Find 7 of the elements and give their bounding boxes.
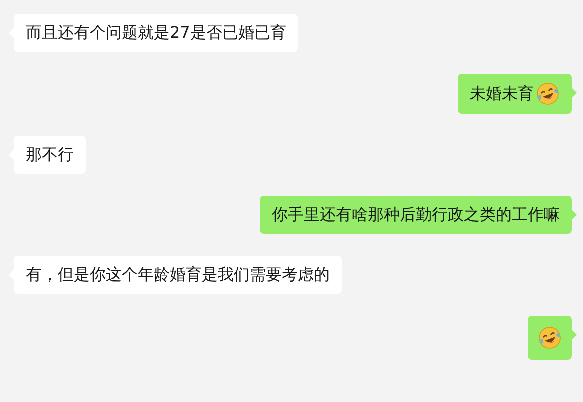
laughing-face-icon: [538, 326, 562, 350]
message-text: 有，但是你这个年龄婚育是我们需要考虑的: [26, 264, 330, 286]
laughing-face-icon: [536, 82, 560, 106]
message-text: 你手里还有啥那种后勤行政之类的工作嘛: [272, 204, 560, 226]
message-text: 而且还有个问题就是27是否已婚已育: [26, 22, 286, 44]
message-text: 未婚未育: [470, 83, 534, 105]
message-text: 那不行: [26, 144, 74, 166]
